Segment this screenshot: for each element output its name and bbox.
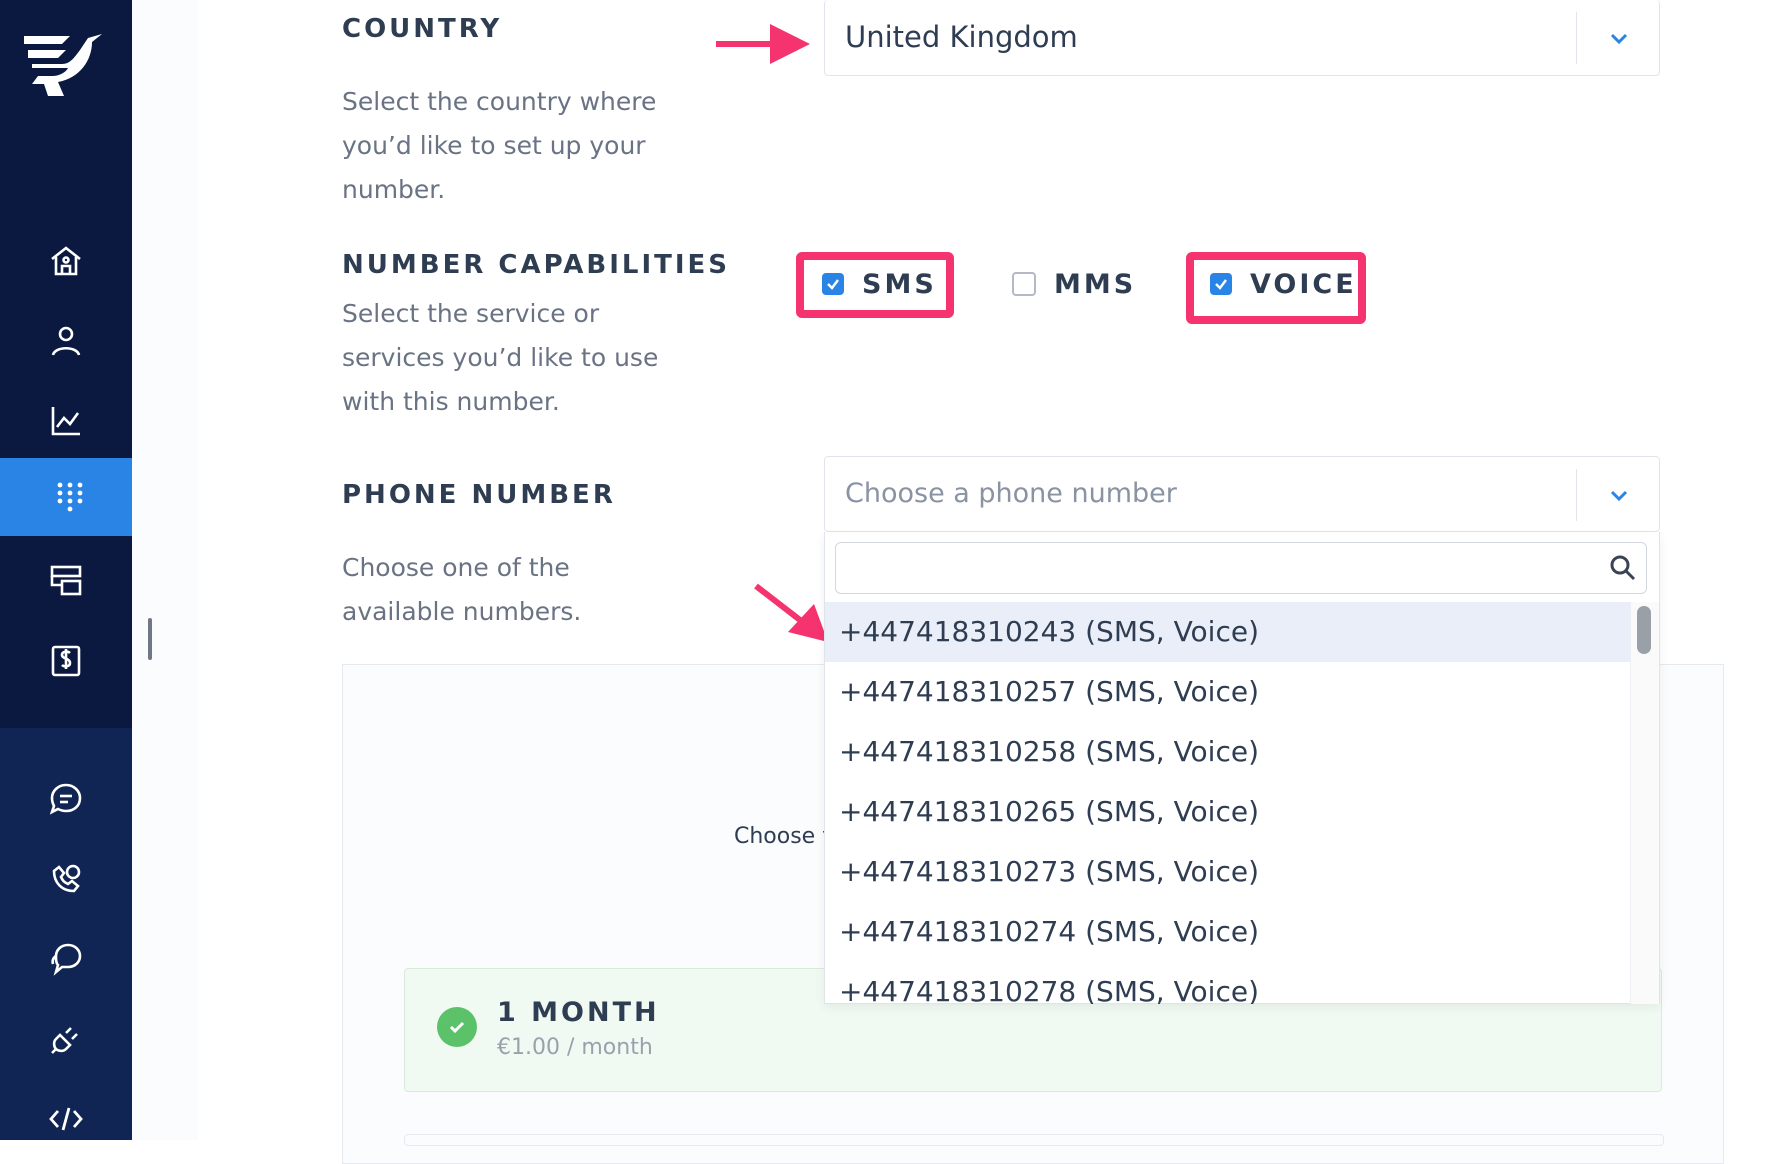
checkbox-checked-icon[interactable] — [822, 273, 844, 295]
sidebar-item-voice[interactable] — [0, 840, 132, 918]
country-select-value: United Kingdom — [845, 20, 1078, 54]
country-select[interactable]: United Kingdom — [824, 0, 1660, 76]
dropdown-option[interactable]: +447418310274 (SMS, Voice) — [825, 902, 1631, 962]
dropdown-scrollbar[interactable] — [1630, 602, 1659, 1004]
chat-icon — [49, 783, 82, 815]
capability-sms-label: SMS — [862, 268, 937, 300]
phone-number-label: PHONE NUMBER — [342, 480, 616, 510]
sidebar-gutter — [132, 0, 199, 1140]
dropdown-option[interactable]: +447418310258 (SMS, Voice) — [825, 722, 1631, 782]
sidebar-item-chat[interactable] — [0, 760, 132, 838]
dropdown-option[interactable]: +447418310257 (SMS, Voice) — [825, 662, 1631, 722]
user-icon — [51, 326, 81, 356]
check-circle-icon — [437, 1007, 477, 1047]
capability-mms[interactable]: MMS — [1012, 258, 1136, 310]
analytics-chart-icon — [51, 407, 80, 436]
sidebar-item-billing[interactable] — [0, 622, 132, 700]
code-icon — [49, 1107, 83, 1131]
search-icon[interactable] — [1609, 554, 1637, 582]
capabilities-description: Select the service or services you’d lik… — [342, 299, 659, 416]
sidebar-item-home[interactable] — [0, 222, 132, 300]
search-input[interactable] — [835, 542, 1647, 594]
sidebar-item-numbers[interactable] — [0, 458, 140, 536]
sidebar — [0, 0, 140, 1140]
sidebar-item-flows[interactable] — [0, 542, 132, 620]
capability-voice-label: VOICE — [1250, 268, 1357, 300]
sidebar-item-contacts[interactable] — [0, 302, 132, 380]
plan-name: 1 MONTH — [497, 997, 660, 1028]
chevron-down-icon[interactable] — [1605, 24, 1633, 52]
dialpad-icon — [57, 482, 83, 512]
capabilities-label: NUMBER CAPABILITIES — [342, 250, 731, 280]
select-divider — [1576, 469, 1577, 521]
checkbox-checked-icon[interactable] — [1210, 273, 1232, 295]
choose-plan-text: Choose y — [734, 824, 824, 849]
flows-icon — [50, 565, 82, 596]
plug-icon — [51, 1027, 78, 1054]
checkbox-unchecked-icon[interactable] — [1012, 272, 1036, 296]
voice-call-icon — [52, 864, 81, 893]
phone-number-description: Choose one of the available numbers. — [342, 553, 582, 626]
annotation-arrow-icon — [716, 24, 810, 64]
billing-icon — [51, 645, 81, 677]
phone-number-dropdown: +447418310243 (SMS, Voice) +447418310257… — [824, 532, 1660, 1004]
sidebar-item-analytics[interactable] — [0, 382, 132, 460]
home-icon — [51, 246, 81, 276]
phone-number-select[interactable]: Choose a phone number — [824, 456, 1660, 532]
plan-card-next[interactable] — [404, 1134, 1664, 1146]
plan-price: €1.00 / month — [497, 1035, 653, 1060]
sidebar-item-developers[interactable] — [0, 1080, 132, 1158]
capability-sms[interactable]: SMS — [822, 258, 937, 310]
dropdown-option[interactable]: +447418310278 (SMS, Voice) — [825, 962, 1631, 1004]
capability-voice[interactable]: VOICE — [1210, 258, 1357, 310]
country-description: Select the country where you’d like to s… — [342, 87, 657, 204]
sidebar-item-conversations[interactable] — [0, 920, 132, 998]
annotation-arrow-icon — [754, 583, 828, 642]
capability-mms-label: MMS — [1054, 268, 1137, 300]
phone-number-placeholder: Choose a phone number — [845, 478, 1177, 509]
select-divider — [1576, 12, 1577, 64]
conversations-icon — [51, 943, 82, 976]
country-label: COUNTRY — [342, 14, 503, 44]
messagebird-logo-icon[interactable] — [22, 30, 104, 100]
dropdown-scrollbar-thumb[interactable] — [1637, 606, 1651, 654]
dropdown-option[interactable]: +447418310243 (SMS, Voice) — [825, 602, 1631, 662]
sidebar-item-integrations[interactable] — [0, 1000, 132, 1078]
dropdown-option[interactable]: +447418310273 (SMS, Voice) — [825, 842, 1631, 902]
dropdown-option[interactable]: +447418310265 (SMS, Voice) — [825, 782, 1631, 842]
dropdown-options: +447418310243 (SMS, Voice) +447418310257… — [825, 602, 1631, 1004]
resize-handle[interactable] — [148, 618, 152, 660]
chevron-down-icon[interactable] — [1605, 481, 1633, 509]
